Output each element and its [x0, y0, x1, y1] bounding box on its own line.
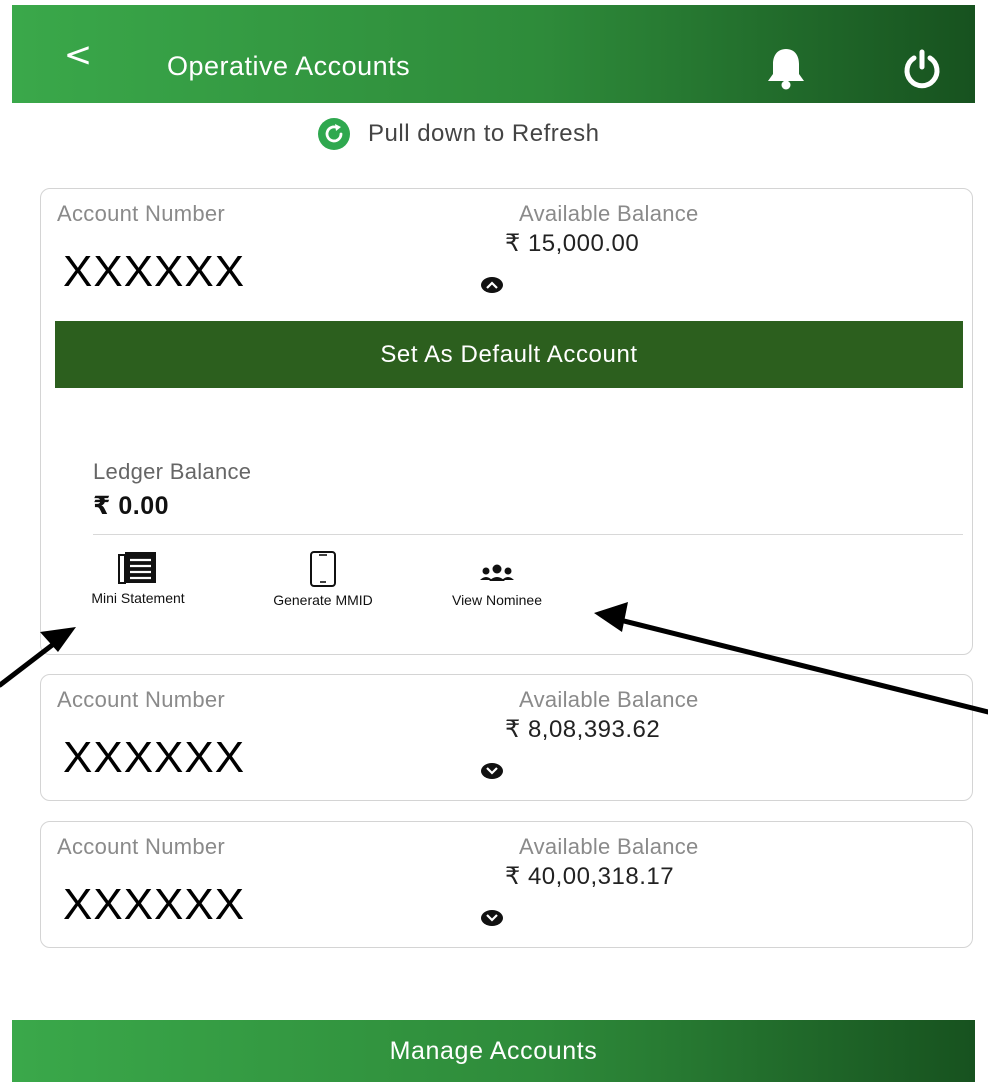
refresh-icon [318, 118, 350, 150]
view-nominee-label: View Nominee [451, 592, 542, 608]
view-nominee-button[interactable]: View Nominee [423, 551, 571, 608]
account-number-label: Account Number [57, 201, 226, 226]
ledger-balance-label: Ledger Balance [93, 459, 252, 484]
account-card[interactable]: Account Number Available Balance XXXXXX … [40, 821, 973, 948]
phone-icon [310, 551, 336, 587]
generate-mmid-label: Generate MMID [273, 592, 373, 608]
divider [93, 534, 963, 535]
available-balance-label: Available Balance [519, 834, 699, 859]
account-number: XXXXXX [63, 247, 246, 296]
available-balance-label: Available Balance [519, 687, 699, 712]
account-number: XXXXXX [63, 880, 246, 929]
expand-toggle-icon[interactable] [481, 763, 503, 779]
mini-statement-label: Mini Statement [91, 590, 185, 606]
available-balance: ₹ 8,08,393.62 [505, 716, 661, 743]
bell-icon[interactable] [764, 45, 808, 91]
collapse-toggle-icon[interactable] [481, 277, 503, 293]
mini-statement-button[interactable]: Mini Statement [55, 551, 221, 606]
back-button[interactable]: < [58, 33, 98, 77]
pull-to-refresh[interactable]: Pull down to Refresh [318, 116, 599, 152]
app-header: < Operative Accounts [12, 5, 975, 103]
refresh-text: Pull down to Refresh [368, 120, 600, 147]
available-balance-label: Available Balance [519, 201, 699, 226]
manage-accounts-button[interactable]: Manage Accounts [12, 1020, 975, 1082]
account-number: XXXXXX [63, 733, 246, 782]
set-default-account-button[interactable]: Set As Default Account [55, 321, 963, 388]
ledger-balance: ₹ 0.00 [93, 492, 169, 520]
account-number-label: Account Number [57, 687, 226, 712]
available-balance: ₹ 15,000.00 [505, 230, 640, 257]
power-icon[interactable] [902, 49, 942, 89]
available-balance: ₹ 40,00,318.17 [505, 863, 675, 890]
account-card[interactable]: Account Number Available Balance XXXXXX … [40, 674, 973, 801]
account-number-label: Account Number [57, 834, 226, 859]
account-card[interactable]: Account Number Available Balance XXXXXX … [40, 188, 973, 655]
page-title: Operative Accounts [167, 51, 411, 81]
expand-toggle-icon[interactable] [481, 910, 503, 926]
statement-icon [118, 552, 156, 584]
generate-mmid-button[interactable]: Generate MMID [237, 551, 409, 608]
people-icon [480, 564, 514, 581]
